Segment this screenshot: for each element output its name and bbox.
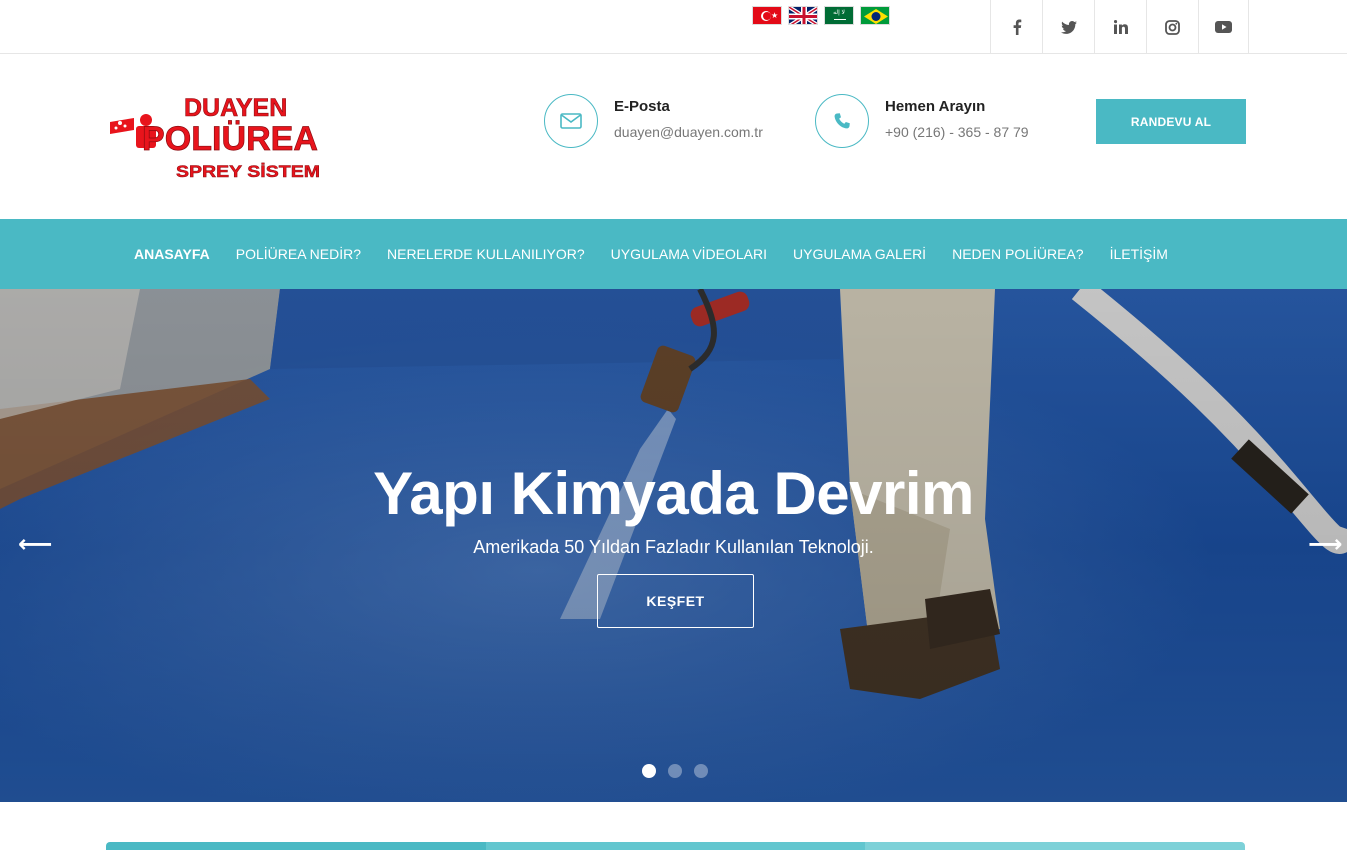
nav-item-videos[interactable]: UYGULAMA VİDEOLARI bbox=[611, 246, 767, 262]
nav-item-gallery[interactable]: UYGULAMA GALERİ bbox=[793, 246, 926, 262]
main-nav: ANASAYFA POLİÜREA NEDİR? NERELERDE KULLA… bbox=[0, 219, 1347, 289]
slider-dot[interactable] bbox=[668, 764, 682, 778]
nav-item-home[interactable]: ANASAYFA bbox=[134, 246, 210, 262]
site-header: DUAYEN POLIÜREA SPREY SİSTEM E-Posta dua… bbox=[0, 54, 1347, 219]
arrow-right-icon[interactable]: ⟶ bbox=[1308, 533, 1342, 557]
arrow-left-icon[interactable]: ⟵ bbox=[18, 533, 52, 557]
slider-dots bbox=[642, 764, 708, 778]
email-contact: E-Posta duayen@duayen.com.tr bbox=[544, 94, 763, 148]
hero-slider: Yapı Kimyada Devrim Amerikada 50 Yıldan … bbox=[0, 289, 1347, 802]
nav-item-where-used[interactable]: NERELERDE KULLANILIYOR? bbox=[387, 246, 585, 262]
discover-button[interactable]: KEŞFET bbox=[597, 574, 754, 628]
hero-subtitle: Amerikada 50 Yıldan Fazladır Kullanılan … bbox=[473, 537, 874, 557]
flag-turkey-icon[interactable]: ★ bbox=[752, 6, 782, 25]
nav-item-why-polyurea[interactable]: NEDEN POLİÜREA? bbox=[952, 246, 1083, 262]
feature-strip-segment bbox=[485, 842, 866, 850]
svg-text:POLIÜREA: POLIÜREA bbox=[142, 120, 318, 158]
top-bar: ★ ﻻ ﺇﻟﻪ bbox=[0, 0, 1347, 54]
instagram-icon[interactable] bbox=[1146, 0, 1198, 54]
nav-item-contact[interactable]: İLETİŞİM bbox=[1110, 246, 1168, 262]
linkedin-icon[interactable] bbox=[1094, 0, 1146, 54]
nav-item-what-is-polyurea[interactable]: POLİÜREA NEDİR? bbox=[236, 246, 361, 262]
envelope-icon bbox=[544, 94, 598, 148]
phone-contact: Hemen Arayın +90 (216) - 365 - 87 79 bbox=[815, 94, 1029, 148]
feature-strip-segment bbox=[865, 842, 1245, 850]
feature-strip-segment bbox=[106, 842, 486, 850]
feature-strip bbox=[106, 842, 1245, 850]
appointment-button[interactable]: RANDEVU AL bbox=[1096, 99, 1246, 144]
phone-label: Hemen Arayın bbox=[885, 98, 986, 115]
youtube-icon[interactable] bbox=[1198, 0, 1249, 54]
flag-uk-icon[interactable] bbox=[788, 6, 818, 25]
flag-saudi-arabia-icon[interactable]: ﻻ ﺇﻟﻪ bbox=[824, 6, 854, 25]
phone-value[interactable]: +90 (216) - 365 - 87 79 bbox=[885, 124, 1029, 140]
slider-dot[interactable] bbox=[642, 764, 656, 778]
twitter-icon[interactable] bbox=[1042, 0, 1094, 54]
svg-text:SPREY SİSTEM: SPREY SİSTEM bbox=[176, 162, 320, 181]
hero-title: Yapı Kimyada Devrim bbox=[373, 460, 974, 527]
slider-dot[interactable] bbox=[694, 764, 708, 778]
social-links bbox=[990, 0, 1249, 54]
brand-logo[interactable]: DUAYEN POLIÜREA SPREY SİSTEM bbox=[108, 92, 323, 184]
flag-brazil-icon[interactable] bbox=[860, 6, 890, 25]
phone-icon bbox=[815, 94, 869, 148]
language-flags: ★ ﻻ ﺇﻟﻪ bbox=[752, 6, 890, 25]
email-label: E-Posta bbox=[614, 98, 670, 115]
svg-text:DUAYEN: DUAYEN bbox=[184, 94, 287, 122]
email-value[interactable]: duayen@duayen.com.tr bbox=[614, 124, 763, 140]
facebook-icon[interactable] bbox=[990, 0, 1042, 54]
